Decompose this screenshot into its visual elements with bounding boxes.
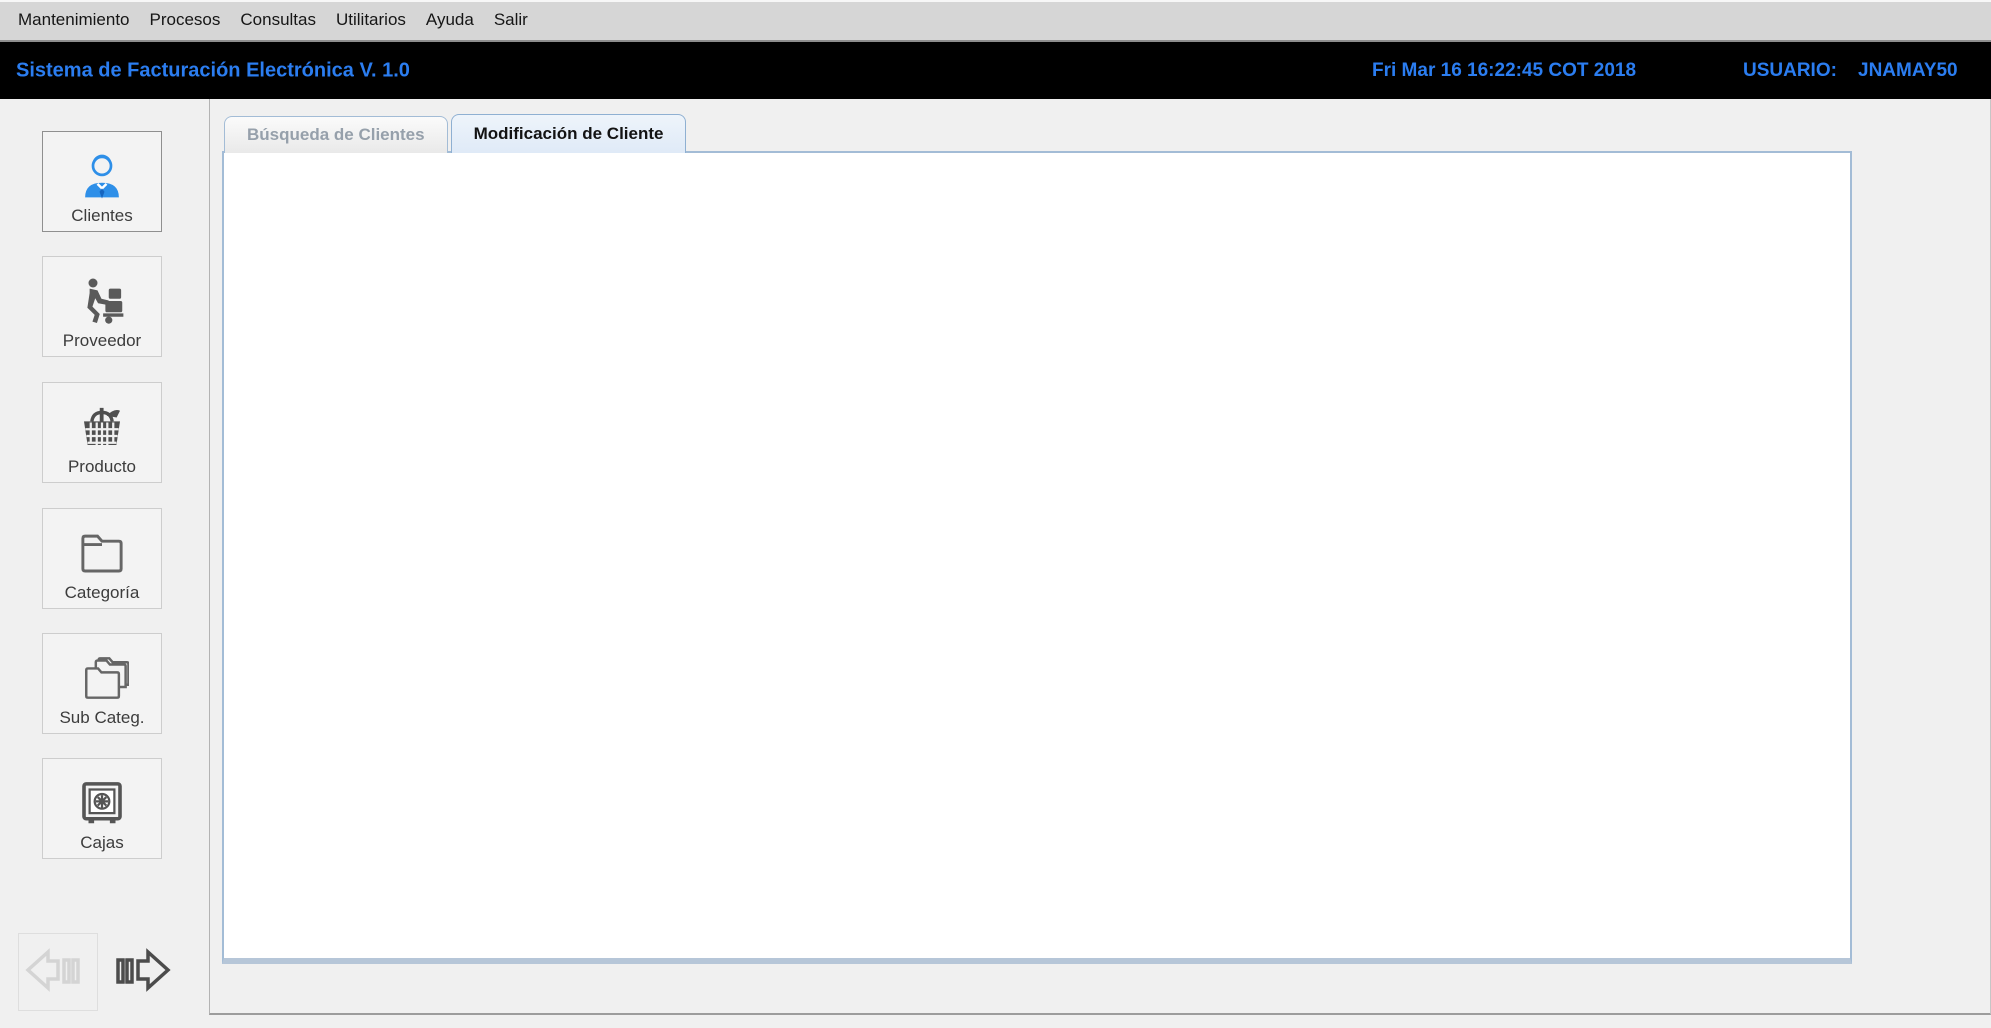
sidebar-item-producto[interactable]: Producto [42,382,162,483]
safe-icon [75,776,129,830]
sidebar-item-label: Categoría [65,583,140,603]
forward-arrow-icon [108,944,180,1001]
tab-modificacion-cliente[interactable]: Modificación de Cliente [451,114,687,153]
sidebar-item-categoria[interactable]: Categoría [42,508,162,609]
sidebar-item-label: Sub Categ. [59,708,144,728]
nav-forward-button[interactable] [104,933,184,1011]
application-window: Mantenimiento Procesos Consultas Utilita… [0,0,1991,1028]
menu-mantenimiento[interactable]: Mantenimiento [8,10,140,30]
app-title: Sistema de Facturación Electrónica V. 1.… [16,59,410,82]
sidebar-item-subcategoria[interactable]: Sub Categ. [42,633,162,734]
menu-procesos[interactable]: Procesos [140,10,231,30]
menu-salir[interactable]: Salir [484,10,538,30]
nav-back-button [18,933,98,1011]
sidebar-item-label: Proveedor [63,331,141,351]
menu-consultas[interactable]: Consultas [230,10,326,30]
sidebar-item-label: Producto [68,457,136,477]
tab-content [222,151,1852,964]
user-icon [75,149,129,203]
sidebar-item-clientes[interactable]: Clientes [42,131,162,232]
user-label: USUARIO: [1743,60,1837,82]
tab-busqueda-clientes[interactable]: Búsqueda de Clientes [224,116,448,153]
sidebar-item-label: Cajas [80,833,123,853]
menu-utilitarios[interactable]: Utilitarios [326,10,416,30]
title-bar: Sistema de Facturación Electrónica V. 1.… [0,42,1991,99]
menu-bar: Mantenimiento Procesos Consultas Utilita… [0,0,1991,42]
sidebar-item-proveedor[interactable]: Proveedor [42,256,162,357]
username-value: JNAMAY50 [1858,60,1958,82]
datetime-display: Fri Mar 16 16:22:45 COT 2018 [1372,60,1636,82]
menu-ayuda[interactable]: Ayuda [416,10,484,30]
folder-icon [75,526,129,580]
back-arrow-icon [22,944,94,1001]
tab-strip: Búsqueda de Clientes Modificación de Cli… [224,114,689,153]
sidebar-item-label: Clientes [71,206,132,226]
sidebar-item-cajas[interactable]: Cajas [42,758,162,859]
folders-stack-icon [75,651,129,705]
basket-icon [75,400,129,454]
supplier-cart-icon [75,274,129,328]
